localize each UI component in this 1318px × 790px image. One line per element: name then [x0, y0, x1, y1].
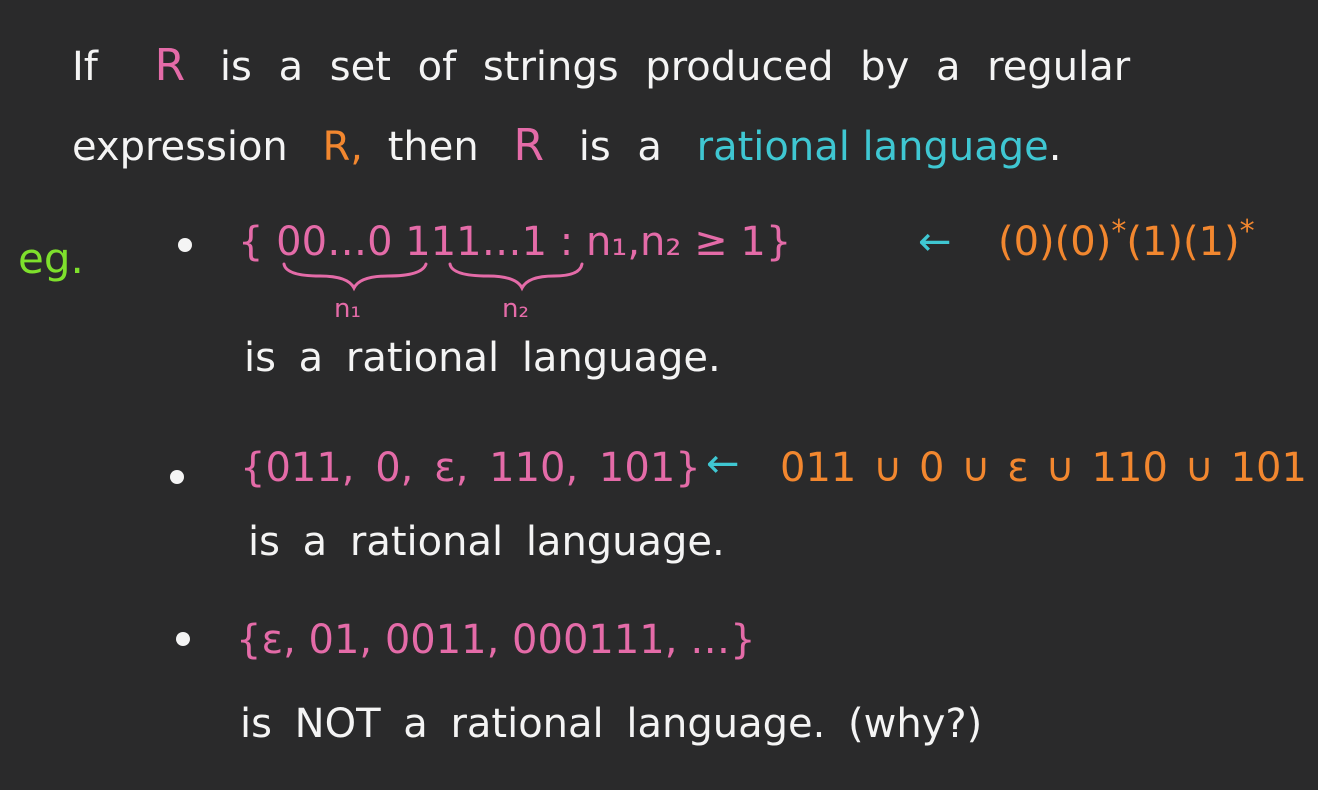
example1-regex: (0)(0)*(1)(1)*: [998, 217, 1255, 265]
intro-expression: expression: [72, 124, 288, 170]
example1-set: { 00…0 111…1 : n₁,n₂ ≥ 1}: [238, 222, 791, 262]
intro-if: If: [72, 44, 98, 90]
example1-arrow: ←: [918, 219, 952, 265]
example1-regex-part2: (1)(1): [1126, 219, 1240, 265]
intro-line-1: If R is a set of strings produced by a r…: [72, 44, 1130, 88]
example1-zeros: 00…0: [276, 219, 393, 265]
intro-rational-language: rational language: [696, 124, 1049, 170]
example3-statement: is NOT a rational language. (why?): [240, 701, 983, 747]
bullet-1: [178, 238, 192, 252]
intro-language-r: R: [154, 40, 186, 91]
intro-then: then: [387, 124, 479, 170]
intro-line-1-rest: is a set of strings produced by a regula…: [219, 44, 1131, 90]
example1-n2-label: n₂: [502, 294, 529, 324]
underbrace-zeros: [282, 262, 428, 292]
example1-condition: : n₁,n₂ ≥ 1}: [559, 219, 792, 265]
example1-n1-label: n₁: [334, 294, 361, 324]
example2-union: 011 ∪ 0 ∪ ε ∪ 110 ∪ 101: [780, 445, 1307, 491]
example2-arrow: ←: [706, 441, 740, 487]
example2-set: {011, 0, ε, 110, 101}: [240, 445, 701, 491]
intro-line-2: expression R, then R is a rational langu…: [72, 124, 1062, 168]
example1-underbraces: [282, 262, 584, 292]
example1-regex-star1: *: [1111, 214, 1127, 249]
intro-language-r-2: R: [513, 120, 545, 171]
intro-regex-r: R,: [322, 124, 363, 170]
example3-set: {ε, 01, 0011, 000111, …}: [236, 617, 756, 663]
intro-period: .: [1048, 124, 1062, 170]
example1-regex-star2: *: [1239, 214, 1255, 249]
example1-ones: 111…1: [405, 219, 548, 265]
example1-regex-part1: (0)(0): [998, 219, 1112, 265]
bullet-3: [176, 632, 190, 646]
eg-label: eg.: [18, 234, 84, 283]
example2-statement: is a rational language.: [248, 519, 725, 565]
underbrace-ones: [448, 262, 584, 292]
intro-is-a: is a: [578, 124, 662, 170]
bullet-2: [170, 470, 184, 484]
example1-set-open: {: [238, 219, 264, 265]
example1-statement: is a rational language.: [244, 335, 721, 381]
